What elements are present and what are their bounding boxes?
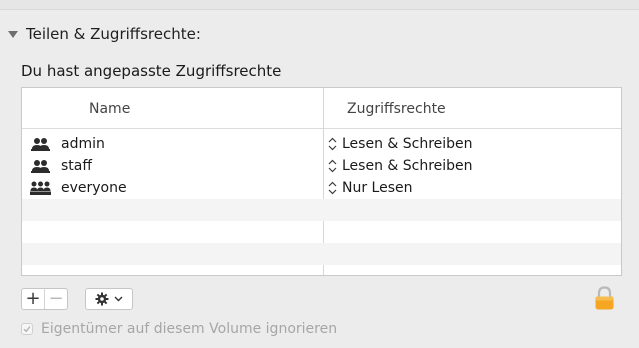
chevron-down-icon bbox=[114, 296, 123, 302]
sharing-section-header[interactable]: Teilen & Zugriffsrechte: bbox=[8, 24, 201, 44]
updown-arrows-icon bbox=[328, 159, 337, 173]
empty-row bbox=[22, 199, 621, 221]
row-permission: Lesen & Schreiben bbox=[342, 158, 473, 174]
lock-icon[interactable] bbox=[594, 285, 615, 311]
updown-arrows-icon bbox=[328, 181, 337, 195]
add-button[interactable]: + bbox=[22, 289, 45, 309]
section-title: Teilen & Zugriffsrechte: bbox=[26, 25, 201, 43]
everyone-icon bbox=[30, 181, 51, 195]
permissions-summary: Du hast angepasste Zugriffsrechte bbox=[21, 62, 282, 80]
name-cell: staff bbox=[29, 155, 92, 177]
remove-button[interactable]: − bbox=[45, 289, 67, 309]
disclosure-triangle-icon[interactable] bbox=[8, 31, 18, 38]
table-toolbar: + − bbox=[21, 288, 133, 310]
empty-row bbox=[22, 243, 621, 265]
gear-icon bbox=[95, 292, 109, 306]
table-row[interactable]: staff Lesen & Schreiben bbox=[22, 155, 621, 177]
permission-popup[interactable]: Nur Lesen bbox=[328, 177, 413, 199]
ignore-ownership-checkbox[interactable] bbox=[21, 323, 33, 335]
add-remove-control: + − bbox=[21, 288, 68, 310]
row-name: admin bbox=[61, 136, 105, 152]
name-cell: admin bbox=[29, 133, 105, 155]
column-header-permissions[interactable]: Zugriffsrechte bbox=[347, 101, 446, 117]
table-body: admin Lesen & Schreiben staff Lesen & Sc… bbox=[22, 133, 621, 265]
permission-popup[interactable]: Lesen & Schreiben bbox=[328, 133, 473, 155]
table-header: Name Zugriffsrechte bbox=[22, 88, 621, 128]
divider bbox=[0, 9, 639, 10]
action-menu-button[interactable] bbox=[85, 288, 133, 310]
name-cell: everyone bbox=[29, 177, 127, 199]
row-name: everyone bbox=[61, 180, 127, 196]
permission-popup[interactable]: Lesen & Schreiben bbox=[328, 155, 473, 177]
permissions-table: Name Zugriffsrechte admin Lesen & Schrei… bbox=[21, 87, 622, 276]
table-row[interactable]: admin Lesen & Schreiben bbox=[22, 133, 621, 155]
group-icon bbox=[31, 138, 50, 151]
table-row[interactable]: everyone Nur Lesen bbox=[22, 177, 621, 199]
group-icon bbox=[31, 160, 50, 173]
column-header-name[interactable]: Name bbox=[89, 101, 130, 117]
empty-row bbox=[22, 221, 621, 243]
ignore-ownership-option: Eigentümer auf diesem Volume ignorieren bbox=[21, 320, 337, 338]
row-permission: Nur Lesen bbox=[342, 180, 413, 196]
row-name: staff bbox=[61, 158, 93, 174]
row-permission: Lesen & Schreiben bbox=[342, 136, 473, 152]
updown-arrows-icon bbox=[328, 137, 337, 151]
checkmark-icon bbox=[23, 326, 31, 333]
window-top-strip bbox=[0, 0, 639, 9]
header-divider bbox=[22, 128, 621, 129]
ignore-ownership-label: Eigentümer auf diesem Volume ignorieren bbox=[41, 321, 338, 337]
